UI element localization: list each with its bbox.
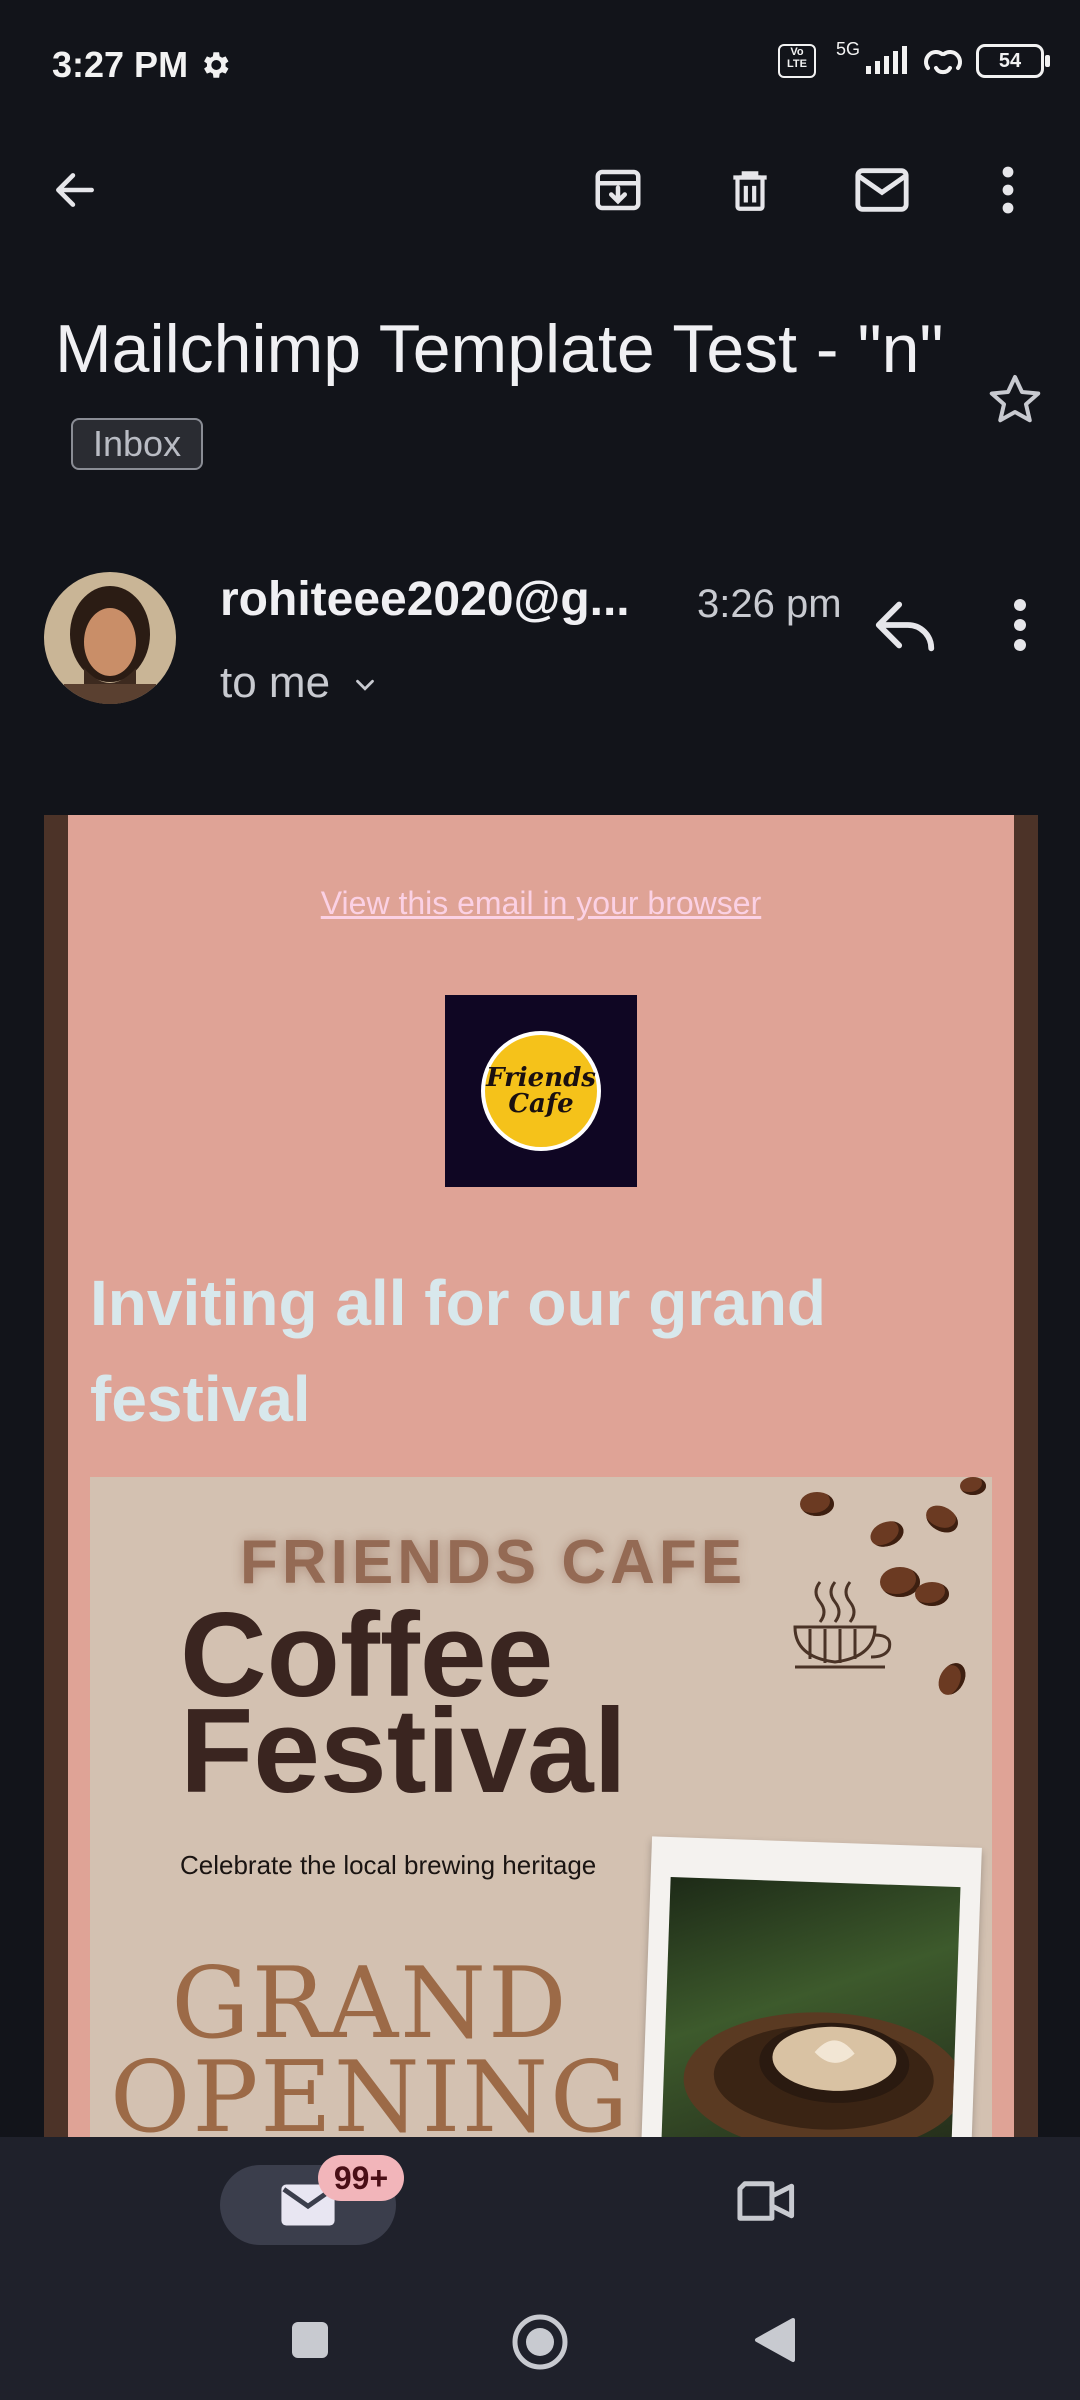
- settings-gear-icon: [204, 52, 229, 78]
- volte-icon: Vo LTE: [777, 44, 816, 78]
- home-button[interactable]: [508, 2310, 572, 2374]
- recipient-text: to me: [220, 658, 331, 707]
- triangle-back-icon: [755, 2318, 795, 2362]
- subject-text: Mailchimp Template Test - "n": [55, 311, 944, 387]
- more-vert-icon[interactable]: [978, 155, 1038, 225]
- email-body-frame: View this email in your browser Friends …: [44, 815, 1038, 2140]
- status-indicators: Vo LTE 5G 54: [777, 39, 1050, 78]
- poster-title: Coffee Festival: [180, 1595, 627, 1818]
- coffee-bean: [933, 1658, 971, 1700]
- coffee-bean: [880, 1567, 920, 1597]
- message-more-icon[interactable]: [1000, 595, 1040, 655]
- coffee-bean: [915, 1582, 949, 1606]
- mark-unread-icon[interactable]: [852, 155, 912, 225]
- logo-badge: Friends Cafe: [481, 1031, 601, 1151]
- email-content: View this email in your browser Friends …: [68, 815, 1014, 2140]
- grand-line2: OPENING: [110, 2041, 631, 2140]
- signal-icon: [866, 46, 907, 74]
- back-arrow-icon[interactable]: [45, 155, 105, 225]
- inbox-label-chip[interactable]: Inbox: [71, 418, 204, 471]
- email-time: 3:26 pm: [697, 582, 842, 626]
- reply-icon[interactable]: [870, 595, 940, 655]
- unread-badge: 99+: [318, 2155, 404, 2201]
- logo-line1: Friends: [486, 1063, 596, 1093]
- battery-icon: 54: [976, 44, 1050, 78]
- poster-title-line2: Festival: [180, 1684, 627, 1818]
- coffee-bean: [800, 1492, 834, 1516]
- delete-icon[interactable]: [720, 155, 780, 225]
- hotspot-link-icon: [924, 50, 962, 75]
- email-headline: Inviting all for our grand festival: [90, 1267, 826, 1435]
- coffee-bean: [921, 1500, 963, 1538]
- poster-grand-opening: GRAND OPENING: [110, 1947, 631, 2140]
- sender-name[interactable]: rohiteee2020@g...: [220, 572, 630, 627]
- home-circle-icon: [512, 2314, 568, 2370]
- festival-poster: FRIENDS CAFE Coffee Festival Celebrate t…: [90, 1477, 992, 2140]
- back-button[interactable]: [745, 2310, 805, 2370]
- star-icon[interactable]: [985, 370, 1045, 430]
- recents-button[interactable]: [280, 2310, 340, 2370]
- coffee-photo-card: [638, 1836, 982, 2140]
- coffee-bean: [866, 1516, 908, 1552]
- recipient-toggle[interactable]: to me: [220, 658, 380, 708]
- status-time: 3:27 PM: [52, 44, 189, 85]
- video-camera-icon: [737, 2181, 795, 2221]
- meet-tab[interactable]: [735, 2175, 805, 2235]
- archive-icon[interactable]: [588, 155, 648, 225]
- view-in-browser-link[interactable]: View this email in your browser: [68, 885, 1014, 922]
- avatar[interactable]: [44, 572, 176, 704]
- coffee-bean: [960, 1477, 986, 1495]
- grand-line1: GRAND: [171, 1947, 569, 2061]
- email-subject: Mailchimp Template Test - "n" Inbox: [55, 300, 955, 496]
- logo-line2: Cafe: [508, 1089, 574, 1119]
- poster-subtitle: Celebrate the local brewing heritage: [180, 1850, 597, 1880]
- square-icon: [292, 2322, 328, 2358]
- network-type: 5G: [835, 38, 860, 59]
- coffee-photo: [658, 1877, 961, 2140]
- cafe-logo: Friends Cafe: [445, 995, 637, 1187]
- chevron-down-icon: [356, 680, 375, 692]
